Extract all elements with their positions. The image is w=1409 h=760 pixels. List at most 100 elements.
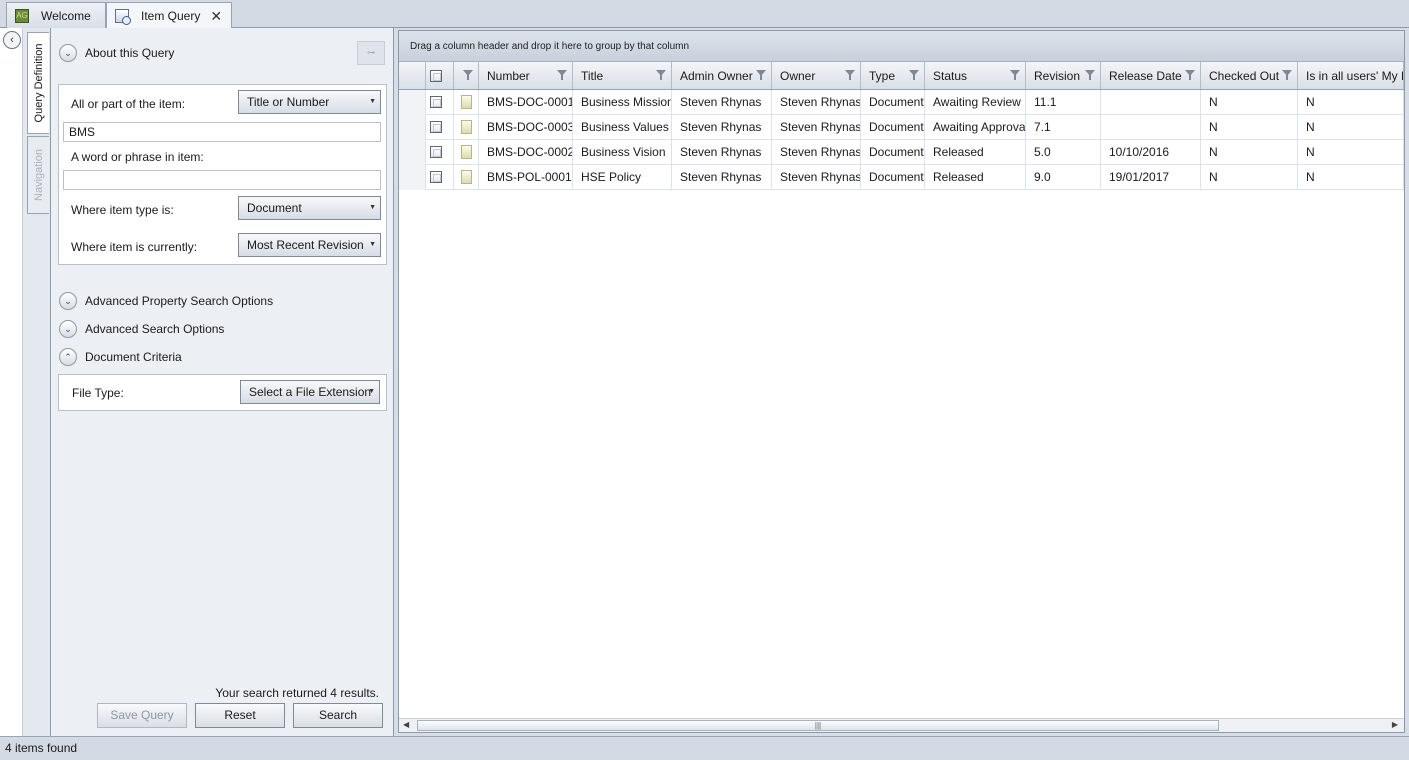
- cell-admin-owner[interactable]: Steven Rhynas: [672, 90, 772, 115]
- column-header-type[interactable]: Type: [861, 62, 925, 89]
- column-header-owner[interactable]: Owner: [772, 62, 861, 89]
- cell-title[interactable]: Business Vision: [573, 140, 672, 165]
- expand-about-button[interactable]: ⌄: [59, 44, 77, 62]
- filter-icon[interactable]: [908, 69, 920, 81]
- column-header-checked-out[interactable]: Checked Out: [1201, 62, 1298, 89]
- cell-release-date[interactable]: 10/10/2016: [1101, 140, 1201, 165]
- filter-icon[interactable]: [462, 69, 474, 81]
- cell-admin-owner[interactable]: Steven Rhynas: [672, 140, 772, 165]
- item-type-dropdown[interactable]: Document ▼: [238, 196, 381, 220]
- cell-number[interactable]: BMS-DOC-0003: [479, 115, 573, 140]
- row-checkbox[interactable]: [430, 96, 442, 108]
- column-header-in-my-docs[interactable]: Is in all users' My Do: [1298, 62, 1404, 89]
- tab-item-query[interactable]: Item Query ✕: [106, 2, 232, 29]
- table-row[interactable]: BMS-DOC-0002 Business Vision Steven Rhynas…: [399, 140, 1404, 165]
- advanced-search-title[interactable]: Advanced Search Options: [85, 322, 224, 336]
- cell-number[interactable]: BMS-DOC-0002: [479, 140, 573, 165]
- file-type-dropdown[interactable]: Select a File Extension ▼: [240, 380, 380, 404]
- column-header-status[interactable]: Status: [925, 62, 1026, 89]
- cell-number[interactable]: BMS-DOC-0001: [479, 90, 573, 115]
- tab-welcome[interactable]: AG Welcome: [6, 2, 106, 28]
- row-checkbox[interactable]: [430, 171, 442, 183]
- cell-checked-out[interactable]: N: [1201, 115, 1298, 140]
- cell-type[interactable]: Document: [861, 90, 925, 115]
- reset-button[interactable]: Reset: [195, 703, 285, 728]
- cell-title[interactable]: Business Mission: [573, 90, 672, 115]
- row-select-cell[interactable]: [426, 140, 454, 165]
- row-select-cell[interactable]: [426, 165, 454, 190]
- filter-icon[interactable]: [1184, 69, 1196, 81]
- collapse-document-criteria-button[interactable]: ⌃: [59, 348, 77, 366]
- cell-type[interactable]: Document: [861, 140, 925, 165]
- cell-release-date[interactable]: [1101, 115, 1201, 140]
- phrase-input[interactable]: [63, 170, 381, 190]
- row-indicator[interactable]: [399, 165, 426, 190]
- table-row[interactable]: BMS-POL-0001 HSE Policy Steven Rhynas Steve…: [399, 165, 1404, 190]
- item-search-input[interactable]: BMS: [63, 122, 381, 142]
- column-header-title[interactable]: Title: [573, 62, 672, 89]
- table-row[interactable]: BMS-DOC-0001 Business Mission Steven Rhyna…: [399, 90, 1404, 115]
- cell-type[interactable]: Document: [861, 165, 925, 190]
- filter-icon[interactable]: [1281, 69, 1293, 81]
- cell-number[interactable]: BMS-POL-0001: [479, 165, 573, 190]
- cell-checked-out[interactable]: N: [1201, 140, 1298, 165]
- scrollbar-thumb[interactable]: |||: [417, 720, 1219, 731]
- icon-column-header[interactable]: [454, 62, 479, 89]
- item-current-dropdown[interactable]: Most Recent Revision ▼: [238, 233, 381, 257]
- row-indicator[interactable]: [399, 115, 426, 140]
- expand-advanced-property-button[interactable]: ⌄: [59, 292, 77, 310]
- collapse-panel-button[interactable]: ‹: [3, 31, 21, 49]
- cell-status[interactable]: Awaiting Approval: [925, 115, 1026, 140]
- column-header-release-date[interactable]: Release Date: [1101, 62, 1201, 89]
- cell-checked-out[interactable]: N: [1201, 90, 1298, 115]
- cell-release-date[interactable]: 19/01/2017: [1101, 165, 1201, 190]
- cell-release-date[interactable]: [1101, 90, 1201, 115]
- row-indicator[interactable]: [399, 90, 426, 115]
- column-header-admin-owner[interactable]: Admin Owner: [672, 62, 772, 89]
- cell-owner[interactable]: Steven Rhynas: [772, 165, 861, 190]
- cell-title[interactable]: Business Values: [573, 115, 672, 140]
- expand-advanced-search-button[interactable]: ⌄: [59, 320, 77, 338]
- group-by-area[interactable]: Drag a column header and drop it here to…: [399, 31, 1404, 62]
- row-checkbox[interactable]: [430, 146, 442, 158]
- save-query-button[interactable]: Save Query: [97, 703, 187, 728]
- cell-revision[interactable]: 9.0: [1026, 165, 1101, 190]
- cell-type[interactable]: Document: [861, 115, 925, 140]
- row-checkbox[interactable]: [430, 121, 442, 133]
- cell-revision[interactable]: 5.0: [1026, 140, 1101, 165]
- horizontal-scrollbar[interactable]: ◀ ||| ▶: [399, 718, 1404, 732]
- document-criteria-title[interactable]: Document Criteria: [85, 350, 182, 364]
- item-mode-dropdown[interactable]: Title or Number ▼: [238, 90, 381, 114]
- scroll-left-icon[interactable]: ◀: [403, 720, 409, 729]
- cell-admin-owner[interactable]: Steven Rhynas: [672, 165, 772, 190]
- cell-status[interactable]: Awaiting Review: [925, 90, 1026, 115]
- cell-in-my-docs[interactable]: N: [1298, 140, 1404, 165]
- row-select-cell[interactable]: [426, 115, 454, 140]
- filter-icon[interactable]: [556, 69, 568, 81]
- select-all-checkbox[interactable]: [430, 70, 442, 82]
- tab-navigation[interactable]: Navigation: [27, 136, 49, 214]
- column-header-number[interactable]: Number: [479, 62, 573, 89]
- cell-status[interactable]: Released: [925, 165, 1026, 190]
- filter-icon[interactable]: [844, 69, 856, 81]
- cell-revision[interactable]: 11.1: [1026, 90, 1101, 115]
- select-all-header[interactable]: [426, 62, 454, 89]
- filter-icon[interactable]: [655, 69, 667, 81]
- row-select-cell[interactable]: [426, 90, 454, 115]
- cell-status[interactable]: Released: [925, 140, 1026, 165]
- cell-in-my-docs[interactable]: N: [1298, 115, 1404, 140]
- filter-icon[interactable]: [1084, 69, 1096, 81]
- row-indicator[interactable]: [399, 140, 426, 165]
- column-header-revision[interactable]: Revision: [1026, 62, 1101, 89]
- cell-checked-out[interactable]: N: [1201, 165, 1298, 190]
- search-button[interactable]: Search: [293, 703, 383, 728]
- cell-admin-owner[interactable]: Steven Rhynas: [672, 115, 772, 140]
- scroll-right-icon[interactable]: ▶: [1392, 720, 1398, 729]
- cell-revision[interactable]: 7.1: [1026, 115, 1101, 140]
- cell-title[interactable]: HSE Policy: [573, 165, 672, 190]
- close-tab-icon[interactable]: ✕: [210, 8, 222, 25]
- tab-query-definition[interactable]: Query Definition: [27, 32, 49, 134]
- advanced-property-title[interactable]: Advanced Property Search Options: [85, 294, 273, 308]
- cell-in-my-docs[interactable]: N: [1298, 165, 1404, 190]
- filter-icon[interactable]: [755, 69, 767, 81]
